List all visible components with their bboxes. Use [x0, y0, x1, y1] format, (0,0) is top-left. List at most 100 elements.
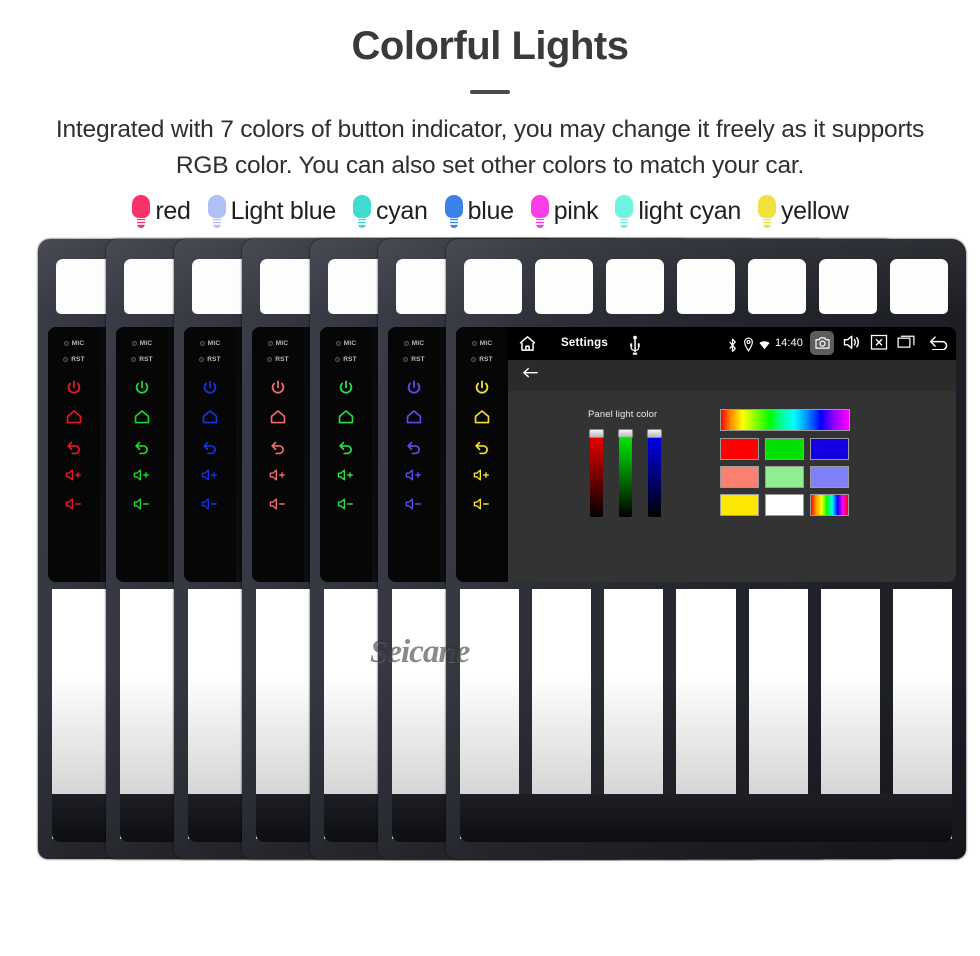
reset-indicator[interactable]: RST [63, 352, 85, 368]
camera-icon[interactable] [810, 331, 834, 355]
blue-slider[interactable] [647, 428, 662, 517]
home-icon[interactable] [269, 408, 287, 426]
top-vent-slots [464, 258, 948, 314]
reset-indicator[interactable]: RST [471, 352, 493, 368]
reset-dot[interactable] [471, 357, 477, 362]
back-icon[interactable] [201, 437, 219, 455]
color-swatch-8[interactable] [765, 493, 804, 516]
reset-label: RST [207, 356, 221, 363]
power-icon[interactable] [473, 379, 491, 397]
vent-slot [819, 258, 877, 314]
volume-down-icon[interactable] [65, 495, 83, 513]
color-swatch-4[interactable] [720, 465, 759, 488]
panel-light-color-label: Panel light color [588, 408, 658, 420]
reset-dot[interactable] [131, 357, 137, 362]
color-swatch-9[interactable] [810, 493, 849, 516]
color-swatch-3[interactable] [810, 437, 849, 460]
legend-label: Light blue [230, 197, 337, 225]
home-icon[interactable] [337, 408, 355, 426]
slider-handle[interactable] [618, 428, 633, 438]
reset-indicator[interactable]: RST [335, 352, 357, 368]
slider-handle[interactable] [647, 428, 662, 438]
usb-icon [628, 335, 642, 355]
close-box-icon[interactable] [870, 334, 888, 352]
power-icon[interactable] [65, 379, 83, 397]
speaker-icon[interactable] [843, 334, 861, 352]
back-icon[interactable] [65, 437, 83, 455]
home-icon[interactable] [405, 408, 423, 426]
color-swatch-5[interactable] [765, 465, 804, 488]
volume-down-icon[interactable] [473, 495, 491, 513]
power-icon[interactable] [201, 379, 219, 397]
volume-down-icon[interactable] [133, 495, 151, 513]
display-screen: MIC RST Settings 14:40 Panel light color [456, 326, 956, 582]
reset-dot[interactable] [63, 357, 69, 362]
volume-up-icon[interactable] [65, 466, 83, 484]
mic-indicator: MIC [267, 336, 289, 352]
reset-dot[interactable] [335, 357, 341, 362]
home-icon[interactable] [518, 334, 537, 353]
red-slider[interactable] [589, 428, 604, 517]
reset-indicator[interactable]: RST [267, 352, 289, 368]
volume-up-icon[interactable] [405, 466, 423, 484]
reset-indicator[interactable]: RST [131, 352, 153, 368]
back-icon[interactable] [337, 437, 355, 455]
mic-indicator: MIC [199, 336, 221, 352]
green-slider[interactable] [618, 428, 633, 517]
reset-dot[interactable] [403, 357, 409, 362]
android-screen: Settings 14:40 Panel light color [508, 326, 956, 582]
back-icon[interactable] [269, 437, 287, 455]
arrow-left-icon[interactable] [522, 365, 539, 385]
power-icon[interactable] [337, 379, 355, 397]
home-icon[interactable] [201, 408, 219, 426]
head-unit-7: MIC RST Settings 14:40 Panel light color [446, 238, 966, 859]
bulb-icon [444, 194, 464, 229]
swatch-grid [720, 437, 850, 516]
power-icon[interactable] [269, 379, 287, 397]
reset-indicator[interactable]: RST [403, 352, 425, 368]
volume-down-icon[interactable] [337, 495, 355, 513]
recents-icon[interactable] [897, 334, 915, 352]
power-icon[interactable] [405, 379, 423, 397]
mic-dot [403, 341, 409, 346]
page-title: Colorful Lights [351, 24, 629, 68]
legend-item-yellow: yellow [749, 194, 857, 229]
home-icon[interactable] [65, 408, 83, 426]
power-icon[interactable] [133, 379, 151, 397]
legend-label: cyan [376, 197, 428, 225]
rainbow-gradient-bar[interactable] [720, 408, 850, 431]
volume-up-icon[interactable] [133, 466, 151, 484]
reset-dot[interactable] [199, 357, 205, 362]
legend-item-red: red [123, 194, 198, 229]
reset-label: RST [139, 356, 153, 363]
color-swatch-6[interactable] [810, 465, 849, 488]
legend-label: blue [467, 197, 514, 225]
mic-indicator: MIC [335, 336, 357, 352]
color-swatch-2[interactable] [765, 437, 804, 460]
mic-label: MIC [139, 340, 153, 347]
title-divider [470, 90, 510, 94]
reset-dot[interactable] [267, 357, 273, 362]
color-swatch-7[interactable] [720, 493, 759, 516]
volume-down-icon[interactable] [405, 495, 423, 513]
volume-up-icon[interactable] [269, 466, 287, 484]
reset-indicator[interactable]: RST [199, 352, 221, 368]
volume-down-icon[interactable] [269, 495, 287, 513]
back-icon[interactable] [473, 437, 491, 455]
vent-slot [890, 258, 948, 314]
home-icon[interactable] [473, 408, 491, 426]
volume-up-icon[interactable] [201, 466, 219, 484]
back-icon[interactable] [405, 437, 423, 455]
back-icon[interactable] [133, 437, 151, 455]
slider-handle[interactable] [589, 428, 604, 438]
color-swatch-1[interactable] [720, 437, 759, 460]
home-icon[interactable] [133, 408, 151, 426]
mic-label: MIC [71, 340, 85, 347]
mic-label: MIC [411, 340, 425, 347]
back-arrow-icon[interactable] [928, 334, 950, 352]
volume-up-icon[interactable] [337, 466, 355, 484]
mic-indicator: MIC [63, 336, 85, 352]
volume-up-icon[interactable] [473, 466, 491, 484]
reset-label: RST [343, 356, 357, 363]
volume-down-icon[interactable] [201, 495, 219, 513]
